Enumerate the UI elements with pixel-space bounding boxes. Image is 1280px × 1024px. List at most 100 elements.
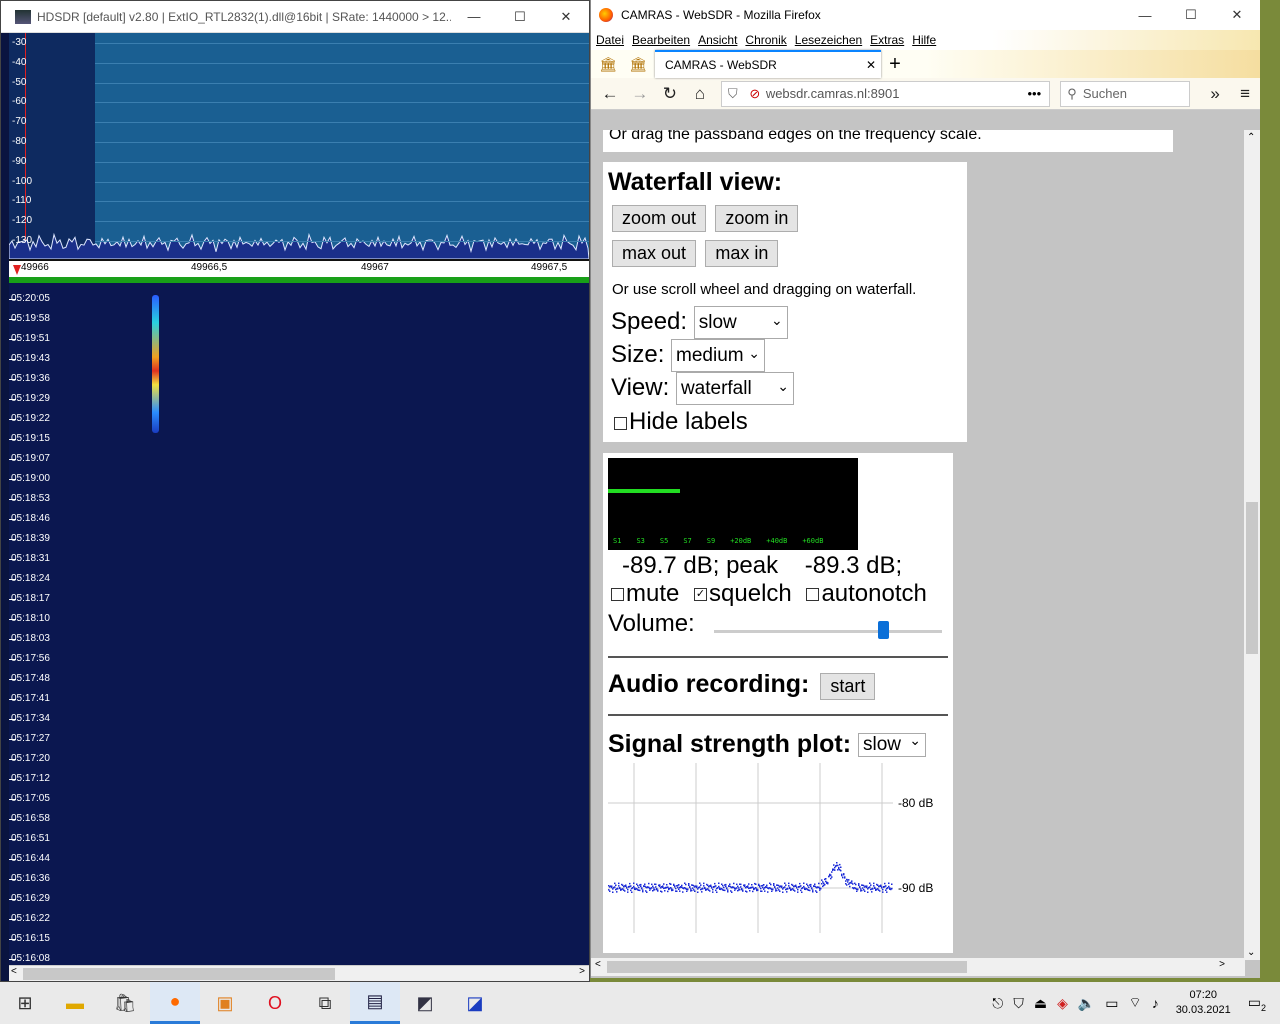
pinned-tab-icon[interactable]: 🏛 (625, 52, 651, 76)
url-bar[interactable]: ⛉ ⊘ websdr.camras.nl:8901 ••• (720, 80, 1051, 107)
minimize-icon[interactable]: — (451, 1, 497, 33)
wifi-icon[interactable]: ⌔ (1129, 994, 1142, 1012)
screenshot-tool-icon[interactable]: ⧉ (300, 982, 350, 1024)
store-icon[interactable]: 🛍 (100, 982, 150, 1024)
menu-bearbeiten[interactable]: Bearbeiten (632, 33, 690, 47)
menu-lesezeichen[interactable]: Lesezeichen (795, 33, 862, 47)
media-player-icon[interactable]: ▣ (200, 982, 250, 1024)
waterfall-time-label: 05:19:07 (9, 453, 50, 464)
search-input[interactable]: ⚲ Suchen (1060, 80, 1191, 107)
firefox-titlebar[interactable]: CAMRAS - WebSDR - Mozilla Firefox — ☐ ✕ (591, 0, 1260, 30)
waterfall-display[interactable]: 05:20:05 05:19:58 05:19:51 05:19:43 05:19:36… (9, 283, 589, 965)
volume-label: Volume: (608, 610, 695, 637)
db-tick-label: -40 (12, 56, 27, 68)
sdr-app-icon[interactable]: ◪ (450, 982, 500, 1024)
speaker-icon[interactable]: ♪ (1152, 995, 1159, 1011)
hide-labels-checkbox[interactable] (614, 416, 627, 430)
volume-icon[interactable]: 🔈 (1078, 995, 1095, 1012)
clock-time: 07:20 (1189, 989, 1217, 1001)
network-icon[interactable]: ⎋ (992, 995, 1003, 1012)
spectrum-display[interactable]: -30 -40 -50 -60 -70 -80 -90 -100 -110 -120 -130 (9, 33, 589, 259)
frequency-scale[interactable]: 49966 49966,5 49967 49967,5 (9, 259, 589, 283)
speed-select[interactable]: slow (693, 305, 788, 340)
usb-icon[interactable]: ⏏ (1034, 995, 1047, 1012)
start-recording-button[interactable]: start (820, 673, 876, 700)
size-select[interactable]: medium (671, 338, 766, 373)
minimize-icon[interactable]: — (1122, 0, 1168, 31)
volume-slider[interactable] (714, 621, 942, 639)
max-in-button[interactable]: max in (705, 240, 779, 267)
shield-icon[interactable]: ⛉ (722, 86, 744, 102)
home-icon[interactable]: ⌂ (685, 80, 715, 108)
close-icon[interactable]: ✕ (543, 1, 589, 33)
hdsdr-titlebar[interactable]: HDSDR [default] v2.80 | ExtIO_RTL2832(1)… (1, 1, 589, 33)
zoom-in-button[interactable]: zoom in (715, 205, 799, 232)
tab-camras-websdr[interactable]: CAMRAS - WebSDR ✕ (655, 50, 881, 78)
frequency-tick-label: 49966,5 (191, 262, 228, 273)
signal-plot-heading: Signal strength plot: (608, 730, 852, 758)
tab-close-icon[interactable]: ✕ (861, 58, 881, 72)
security-icon[interactable]: ⛉ (1013, 995, 1024, 1012)
scrollbar-thumb[interactable] (23, 968, 335, 980)
overflow-menu-icon[interactable]: » (1200, 80, 1230, 108)
back-icon[interactable]: ← (595, 80, 625, 108)
hdsdr-window: HDSDR [default] v2.80 | ExtIO_RTL2832(1)… (0, 0, 590, 982)
close-icon[interactable]: ✕ (1214, 0, 1260, 31)
waterfall-time-label: 05:16:29 (9, 893, 50, 904)
forward-icon[interactable]: → (625, 80, 655, 108)
waterfall-time-label: 05:18:10 (9, 613, 50, 624)
passband-box: Or drag the passband edges on the freque… (603, 130, 1173, 152)
volume-slider-thumb[interactable] (877, 621, 889, 639)
start-menu-icon[interactable]: ⊞ (0, 982, 50, 1024)
peak-text: -89.3 dB; (804, 552, 903, 579)
pinned-tab-icon[interactable]: 🏛 (595, 52, 621, 76)
opera-icon[interactable]: O (250, 982, 300, 1024)
view-select[interactable]: waterfall (675, 371, 794, 406)
antivirus-icon[interactable]: ◈ (1057, 995, 1068, 1012)
menu-ansicht[interactable]: Ansicht (698, 33, 737, 47)
waterfall-time-label: 05:18:31 (9, 553, 50, 564)
autonotch-checkbox[interactable] (806, 588, 820, 602)
hamburger-menu-icon[interactable]: ≡ (1230, 80, 1260, 108)
scrollbar-thumb[interactable] (607, 961, 967, 973)
hdsdr-taskbar-icon[interactable]: ▤ (350, 982, 400, 1024)
mute-checkbox[interactable] (611, 588, 624, 602)
menu-extras[interactable]: Extras (870, 33, 904, 47)
drag-hint: Or drag the passband edges on the freque… (609, 130, 982, 143)
notification-count: 2 (1260, 1002, 1266, 1013)
maximize-icon[interactable]: ☐ (1168, 0, 1214, 31)
hdsdr-horizontal-scrollbar[interactable]: < > (9, 965, 589, 981)
firefox-taskbar-icon[interactable]: ● (150, 982, 200, 1024)
max-out-button[interactable]: max out (612, 240, 697, 267)
page-actions-icon[interactable]: ••• (1019, 86, 1049, 101)
clock[interactable]: 07:20 30.03.2021 (1176, 988, 1231, 1018)
waterfall-signal-trace (152, 295, 159, 433)
firefox-vertical-scrollbar[interactable]: ⌃ ⌄ (1244, 130, 1260, 960)
notifications-icon[interactable]: ▭2 (1248, 994, 1266, 1013)
waterfall-time-label: 05:19:00 (9, 473, 50, 484)
view-label: View: (611, 374, 670, 402)
zoom-out-button[interactable]: zoom out (612, 205, 707, 232)
satellite-app-icon[interactable]: ◩ (400, 982, 450, 1024)
menu-chronik[interactable]: Chronik (745, 33, 786, 47)
new-tab-icon[interactable]: + (881, 53, 909, 76)
file-explorer-icon[interactable]: ▬ (50, 982, 100, 1024)
insecure-lock-icon[interactable]: ⊘ (744, 86, 766, 102)
menu-hilfe[interactable]: Hilfe (912, 33, 936, 47)
firefox-horizontal-scrollbar[interactable]: < > (591, 958, 1245, 976)
waterfall-time-label: 05:16:58 (9, 813, 50, 824)
reload-icon[interactable]: ↻ (655, 80, 685, 108)
display-icon[interactable]: ▭ (1105, 995, 1118, 1012)
maximize-icon[interactable]: ☐ (497, 1, 543, 33)
s-meter-label: +40dB (766, 537, 788, 545)
audio-heading: Audio recording: (608, 670, 810, 698)
waterfall-time-label: 05:17:41 (9, 693, 50, 704)
tuning-pointer-icon[interactable] (13, 265, 21, 275)
signal-speed-select[interactable]: slow (858, 732, 926, 758)
spectrum-gridline (95, 142, 589, 143)
squelch-label: squelch (709, 580, 792, 607)
url-text[interactable]: websdr.camras.nl:8901 (766, 86, 1019, 101)
menu-datei[interactable]: Datei (596, 33, 624, 47)
scrollbar-thumb[interactable] (1246, 502, 1258, 654)
squelch-checkbox[interactable]: ✓ (694, 588, 708, 602)
